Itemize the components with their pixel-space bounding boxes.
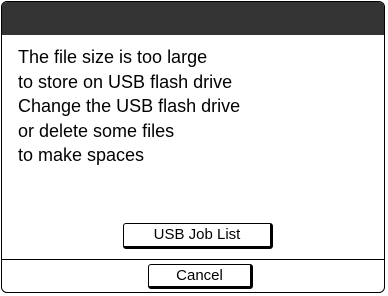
message-line: The file size is too large bbox=[18, 47, 208, 67]
footer-divider bbox=[2, 259, 384, 260]
error-message: The file size is too large to store on U… bbox=[18, 45, 378, 168]
usb-job-list-button[interactable]: USB Job List bbox=[123, 223, 273, 249]
cancel-button[interactable]: Cancel bbox=[148, 264, 253, 289]
message-line: to make spaces bbox=[18, 145, 145, 165]
message-line: to store on USB flash drive bbox=[18, 71, 233, 92]
dialog-title-bar bbox=[2, 2, 384, 35]
message-line: Change the USB flash drive bbox=[18, 96, 241, 116]
error-dialog: The file size is too large to store on U… bbox=[1, 1, 385, 293]
message-line: or delete some files bbox=[18, 120, 175, 141]
